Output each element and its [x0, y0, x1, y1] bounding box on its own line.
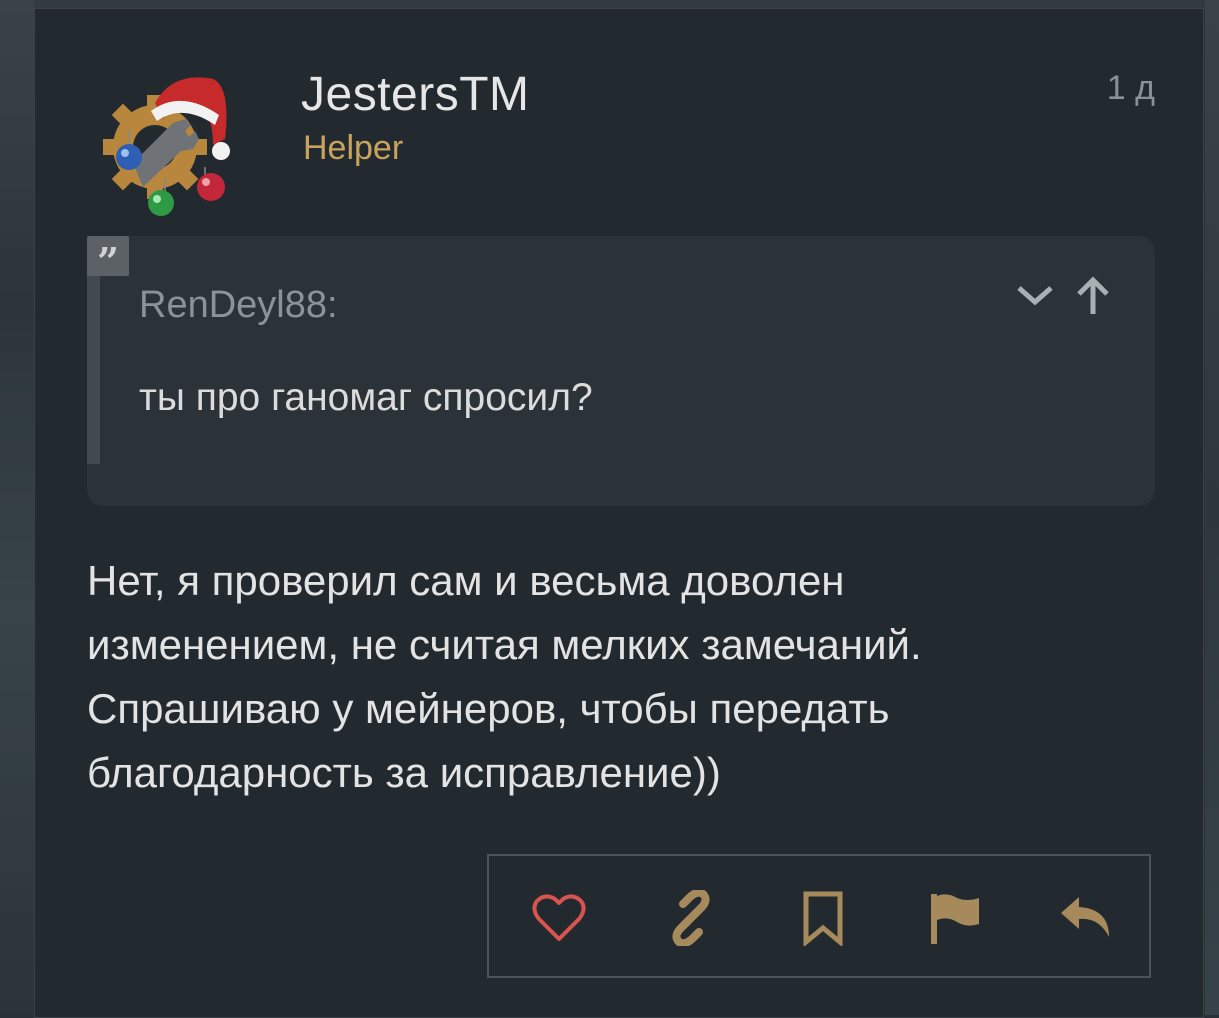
- author-username[interactable]: JestersTM: [301, 67, 530, 122]
- quote-icon: ”: [87, 236, 129, 284]
- post-body-line: изменением, не считая мелких замечаний.: [87, 621, 922, 668]
- reply-icon: [1061, 897, 1109, 937]
- post-date[interactable]: 1 д: [1107, 69, 1155, 108]
- post-body-line: благодарность за исправление)): [87, 749, 721, 796]
- go-to-quote-icon[interactable]: [1073, 276, 1113, 321]
- like-button[interactable]: [529, 888, 589, 948]
- reply-button[interactable]: [1057, 888, 1117, 948]
- quote-controls: [1015, 276, 1115, 316]
- expand-quote-icon[interactable]: [1015, 276, 1055, 321]
- post-body-line: Спрашиваю у мейнеров, чтобы передать: [87, 685, 890, 732]
- avatar[interactable]: [93, 59, 243, 219]
- link-icon: [672, 890, 710, 946]
- author-title: Helper: [303, 129, 404, 167]
- post-body-line: Нет, я проверил сам и весьма доволен: [87, 557, 845, 604]
- quote-text: ты про ганомаг спросил?: [139, 376, 593, 419]
- flag-icon: [931, 894, 979, 944]
- heart-icon: [532, 894, 586, 941]
- quote-block: ” RenDeyl88: ты про ганомаг спросил?: [87, 236, 1155, 506]
- quote-author[interactable]: RenDeyl88:: [139, 284, 338, 327]
- bookmark-button[interactable]: [793, 888, 853, 948]
- forum-post: JestersTM Helper 1 д ” RenDeyl88: ты про…: [34, 8, 1204, 1018]
- background-left-edge: [0, 0, 34, 1015]
- christmas-gear-avatar-icon: [103, 77, 230, 216]
- background-right-edge: [1205, 0, 1219, 1015]
- report-button[interactable]: [925, 888, 985, 948]
- post-actions: [487, 854, 1151, 978]
- quote-bar: [87, 264, 100, 464]
- background-top: [0, 0, 1219, 8]
- share-link-button[interactable]: [661, 888, 721, 948]
- post-body: Нет, я проверил сам и весьма доволен изм…: [87, 549, 1167, 805]
- bookmark-icon: [803, 891, 843, 946]
